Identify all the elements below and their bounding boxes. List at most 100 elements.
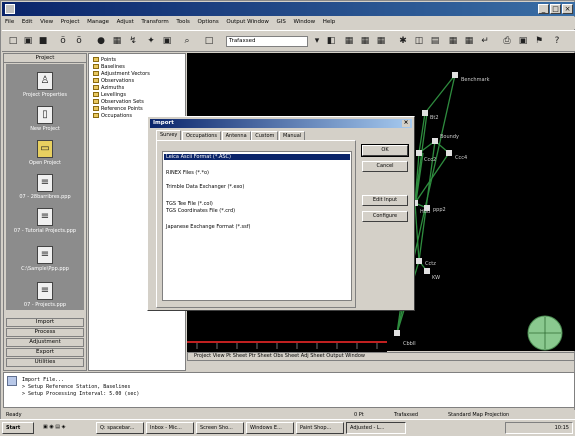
shortcut-recent-1[interactable]: ≡ 07 - 28barribres.ppp [6, 174, 84, 200]
quick-launch[interactable]: ▣ ◉ ▤ ◈ [40, 422, 94, 434]
tree-item-points[interactable]: Points [93, 57, 116, 63]
node-kw[interactable] [424, 268, 430, 274]
list-item[interactable]: TGS Tee File (*.col) [166, 201, 213, 207]
tab-antenna[interactable]: Antenna [221, 131, 251, 140]
menu-gis[interactable]: GIS [273, 17, 288, 27]
menu-edit[interactable]: Edit [19, 17, 36, 27]
dropdown-arrow-icon[interactable]: ▾ [310, 34, 324, 48]
table-b-icon[interactable]: ▦ [358, 34, 372, 48]
flag-icon[interactable]: ⚑ [532, 34, 546, 48]
node-benchmark[interactable] [452, 72, 458, 78]
import-format-list[interactable]: Leica Ascii Format (*.ASC) RINEX Files (… [162, 151, 352, 301]
import-dialog-titlebar[interactable]: Import × [150, 119, 412, 128]
pin-icon[interactable]: ↵ [478, 34, 492, 48]
list-item[interactable]: Japanese Exchange Format (*.ssf) [166, 224, 250, 230]
task-item[interactable]: Windows E... [246, 422, 294, 434]
list-item[interactable]: RINEX Files (*.*o) [166, 170, 209, 176]
cancel-button[interactable]: Cancel [362, 161, 408, 172]
export-panel-button[interactable]: Export [6, 348, 84, 357]
utilities-panel-button[interactable]: Utilities [6, 358, 84, 367]
menu-tools[interactable]: Tools [173, 17, 193, 27]
ok-button[interactable]: OK [361, 144, 409, 157]
menu-adjust[interactable]: Adjust [114, 17, 137, 27]
menu-window[interactable]: Window [290, 17, 318, 27]
task-item[interactable]: Paint Shop... [296, 422, 344, 434]
close-button[interactable]: × [562, 4, 573, 14]
task-item-active[interactable]: Adjusted - L... [346, 422, 406, 434]
point-icon[interactable]: ● [94, 34, 108, 48]
help-icon[interactable]: ? [550, 34, 564, 48]
tree-item-adjustment-vectors[interactable]: Adjustment Vectors [93, 71, 150, 77]
menu-help[interactable]: Help [320, 17, 339, 27]
shortcut-project-properties[interactable]: ♙ Project Properties [6, 72, 84, 98]
window-icon[interactable]: □ [202, 34, 216, 48]
minimize-button[interactable]: _ [538, 4, 549, 14]
edit-input-button[interactable]: Edit Input [362, 195, 408, 206]
tree-item-observations[interactable]: Observations [93, 78, 134, 84]
new-icon[interactable]: □ [6, 34, 20, 48]
shortcut-open-project[interactable]: ▭ Open Project [6, 140, 84, 166]
view-a-icon[interactable]: ▦ [446, 34, 460, 48]
shortcut-recent-2[interactable]: ≡ 07 - Tutorial Projects.ppp [6, 208, 84, 234]
tree-item-observation-sets[interactable]: Observation Sets [93, 99, 144, 105]
menu-manage[interactable]: Manage [84, 17, 112, 27]
star-icon[interactable]: ✱ [396, 34, 410, 48]
list-item[interactable]: Leica Ascii Format (*.ASC) [164, 154, 350, 160]
snap-icon[interactable]: ✦ [144, 34, 158, 48]
toggle-icon[interactable]: ◧ [324, 34, 338, 48]
zoom-icon[interactable]: ⌕ [180, 34, 194, 48]
output-window[interactable]: Import File... > Setup Reference Station… [3, 372, 575, 408]
coordinate-system-select[interactable]: Trafaxsed [226, 36, 308, 47]
table-c-icon[interactable]: ▦ [374, 34, 388, 48]
shortcut-recent-4[interactable]: ≡ 07 - Projects.ppp [6, 282, 84, 308]
menu-options[interactable]: Options [195, 17, 222, 27]
tool-a-icon[interactable]: ö [56, 34, 70, 48]
app-icon[interactable] [5, 4, 15, 14]
menu-file[interactable]: File [2, 17, 17, 27]
tab-survey[interactable]: Survey [156, 130, 182, 140]
layer-icon[interactable]: ▣ [160, 34, 174, 48]
menu-project[interactable]: Project [58, 17, 83, 27]
tree-item-baselines[interactable]: Baselines [93, 64, 125, 70]
maximize-button[interactable]: □ [550, 4, 561, 14]
menu-view[interactable]: View [37, 17, 56, 27]
tree-item-occupations[interactable]: Occupations [93, 113, 132, 119]
menu-transform[interactable]: Transform [138, 17, 171, 27]
print-icon[interactable]: ⎙ [500, 34, 514, 48]
menu-output-window[interactable]: Output Window [223, 17, 272, 27]
list-item[interactable]: TGS Coordinates File (*.crd) [166, 208, 235, 214]
tab-occupations[interactable]: Occupations [182, 131, 222, 140]
start-button[interactable]: Start [2, 422, 34, 434]
close-icon[interactable]: × [402, 120, 410, 127]
view-tabs-strip[interactable]: Project View Pt Sheet Ptr Sheet Obs Shee… [187, 352, 575, 361]
panel-icon[interactable]: ▤ [428, 34, 442, 48]
node-cctz[interactable] [416, 258, 422, 264]
clock[interactable]: 10:15 [555, 425, 569, 431]
table-a-icon[interactable]: ▦ [342, 34, 356, 48]
task-item[interactable]: Screen Sho... [196, 422, 244, 434]
process-panel-button[interactable]: Process [6, 328, 84, 337]
tree-item-levellings[interactable]: Levellings [93, 92, 126, 98]
vector-icon[interactable]: ↯ [126, 34, 140, 48]
adjustment-panel-button[interactable]: Adjustment [6, 338, 84, 347]
node-ccc2[interactable] [416, 150, 422, 156]
view-b-icon[interactable]: ▦ [462, 34, 476, 48]
tree-item-reference-points[interactable]: Reference Points [93, 106, 143, 112]
import-panel-button[interactable]: Import [6, 318, 84, 327]
list-item[interactable]: Trimble Data Exchanger (*.exo) [166, 184, 244, 190]
node-cbbll[interactable] [394, 330, 400, 336]
tree-item-azimuths[interactable]: Azimuths [93, 85, 124, 91]
grid-icon[interactable]: ▦ [110, 34, 124, 48]
save-icon[interactable]: ■ [36, 34, 50, 48]
node-bt2[interactable] [422, 110, 428, 116]
shortcut-new-project[interactable]: ▯ New Project [6, 106, 84, 132]
tab-manual[interactable]: Manual [279, 131, 306, 140]
tool-b-icon[interactable]: ö [72, 34, 86, 48]
configure-button[interactable]: Configure [362, 211, 408, 222]
task-item[interactable]: Q: spacebar... [96, 422, 144, 434]
title-bar[interactable]: _ □ × [2, 2, 575, 16]
shortcut-recent-3[interactable]: ≡ C:\Sample\Ppp.ppp [6, 246, 84, 272]
task-item[interactable]: Inbox - Mic... [146, 422, 194, 434]
tab-custom[interactable]: Custom [251, 131, 279, 140]
open-icon[interactable]: ▣ [21, 34, 35, 48]
